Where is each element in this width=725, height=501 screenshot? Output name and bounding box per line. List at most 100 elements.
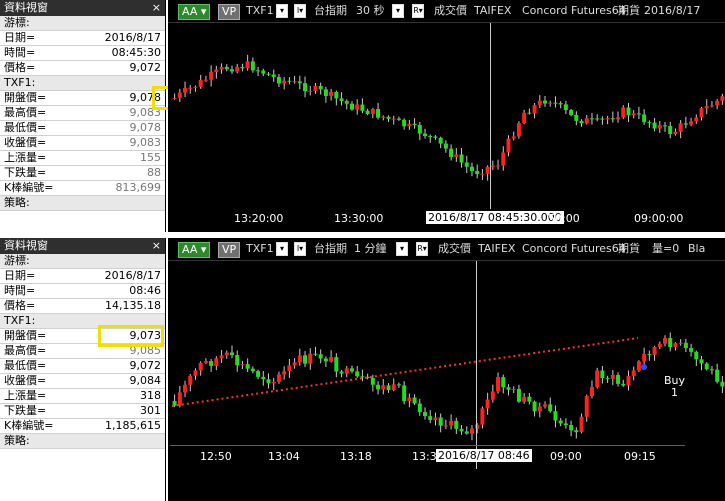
candle-body xyxy=(610,118,615,120)
candle-body xyxy=(276,374,281,382)
candle-body xyxy=(616,117,621,120)
symbol-dropdown-icon[interactable]: ▾ xyxy=(276,242,288,256)
field-row-time: 時間= 08:45:30 xyxy=(0,46,165,61)
candle-body xyxy=(402,119,407,127)
candle-body xyxy=(501,152,506,166)
candle-body xyxy=(287,365,292,372)
price-plot[interactable] xyxy=(168,23,725,232)
refresh-icon[interactable]: R▾ xyxy=(412,4,424,18)
candle-body xyxy=(323,358,328,362)
symbol-dropdown-icon[interactable]: ▾ xyxy=(276,4,288,18)
candle-body xyxy=(616,374,621,384)
candle-body xyxy=(563,423,568,426)
candle-body xyxy=(407,123,412,127)
stat-value: 9,072 xyxy=(129,359,162,372)
interval-toggle-icon[interactable]: I▾ xyxy=(294,242,306,256)
candle-body xyxy=(271,381,276,384)
cursor-group-title: 游標: xyxy=(4,254,30,267)
candle-body xyxy=(678,342,683,344)
data-window-title-bar[interactable]: 資料視窗 × xyxy=(0,238,165,254)
candle-body xyxy=(506,138,511,153)
candle-body xyxy=(699,108,704,118)
candle-body xyxy=(381,385,386,390)
refresh-icon[interactable]: R▾ xyxy=(416,242,428,256)
candle-body xyxy=(396,118,401,120)
candle-body xyxy=(485,399,490,409)
candle-body xyxy=(214,69,219,72)
volume-label: 量=0 xyxy=(652,242,680,255)
candle-body xyxy=(683,123,688,125)
close-icon[interactable]: × xyxy=(152,0,161,16)
candle-body xyxy=(480,408,485,425)
candle-body xyxy=(600,118,605,120)
candle-body xyxy=(673,343,678,348)
stat-row-close: 收盤價= 9,083 xyxy=(0,136,165,151)
candlestick-chart[interactable]: AA ▾ VP TXF1 ▾ I▾ 台指期 1 分鐘 ▾ R▾ 成交價 TAIF… xyxy=(168,238,725,501)
interval-dropdown-icon[interactable]: ▾ xyxy=(392,4,404,18)
candle-body xyxy=(558,420,563,424)
candle-body xyxy=(339,98,344,102)
candlestick-chart[interactable]: AA ▾ VP TXF1 ▾ I▾ 台指期 30 秒 ▾ R▾ 成交價 TAIF… xyxy=(168,0,725,232)
candle-body xyxy=(308,90,313,92)
candle-body xyxy=(365,110,370,114)
stat-row-open: 開盤價= 9,078 xyxy=(0,91,165,106)
price-plot[interactable] xyxy=(168,261,725,471)
candle-body xyxy=(349,368,354,372)
candle-body xyxy=(600,370,605,379)
candle-body xyxy=(678,123,683,132)
stat-row-bar-number: K棒編號= 813,699 xyxy=(0,181,165,196)
candle-body xyxy=(329,91,334,97)
field-label: 日期= xyxy=(4,31,36,44)
candle-body xyxy=(506,387,511,390)
stat-value: 301 xyxy=(140,404,161,417)
chart-toolbar: AA ▾ VP TXF1 ▾ I▾ 台指期 30 秒 ▾ R▾ 成交價 TAIF… xyxy=(168,0,725,23)
candle-body xyxy=(209,71,214,80)
candle-body xyxy=(636,113,641,115)
stat-label: 下跌量= xyxy=(4,166,47,179)
interval-dropdown-icon[interactable]: ▾ xyxy=(396,242,408,256)
candle-body xyxy=(516,123,521,137)
stat-row-low: 最低價= 9,078 xyxy=(0,121,165,136)
symbol-group-title: TXF1: xyxy=(4,76,36,89)
candle-body xyxy=(318,85,323,90)
candle-body xyxy=(188,87,193,89)
candle-body xyxy=(464,162,469,167)
candle-body xyxy=(532,401,537,412)
stat-label: 最高價= xyxy=(4,344,47,357)
close-icon[interactable]: × xyxy=(152,238,161,254)
candle-body xyxy=(668,338,673,348)
candle-body xyxy=(694,117,699,122)
aa-button[interactable]: AA ▾ xyxy=(178,242,211,258)
candle-body xyxy=(402,385,407,402)
vp-button[interactable]: VP xyxy=(218,242,241,258)
candle-body xyxy=(563,104,568,111)
interval-toggle-icon[interactable]: I▾ xyxy=(294,4,306,18)
crosshair-vertical xyxy=(490,23,491,209)
candle-body xyxy=(548,404,553,412)
candle-body xyxy=(532,105,537,114)
candle-body xyxy=(240,364,245,366)
strategy-group-header: 策略: xyxy=(0,434,165,449)
field-row-price: 價格= 14,135.18 xyxy=(0,299,165,314)
candle-body xyxy=(689,121,694,125)
vp-button[interactable]: VP xyxy=(218,4,241,20)
stat-value: 1,185,615 xyxy=(105,419,161,432)
strategy-group-header: 策略: xyxy=(0,196,165,211)
candle-body xyxy=(282,80,287,84)
field-value: 08:45:30 xyxy=(111,46,161,59)
aa-button[interactable]: AA ▾ xyxy=(178,4,211,20)
candle-body xyxy=(433,417,438,421)
candle-body xyxy=(715,100,720,106)
data-window-title-bar[interactable]: 資料視窗 × xyxy=(0,0,165,16)
stat-value: 813,699 xyxy=(115,181,162,194)
candle-body xyxy=(282,371,287,375)
candle-body xyxy=(245,364,250,369)
candle-body xyxy=(584,396,589,417)
cursor-group-header: 游標: xyxy=(0,254,165,269)
candle-body xyxy=(626,107,631,116)
candle-body xyxy=(349,103,354,110)
candle-body xyxy=(449,420,454,426)
buy-signal-qty: 1 xyxy=(671,386,678,399)
candle-body xyxy=(595,118,600,120)
candle-body xyxy=(329,357,334,362)
